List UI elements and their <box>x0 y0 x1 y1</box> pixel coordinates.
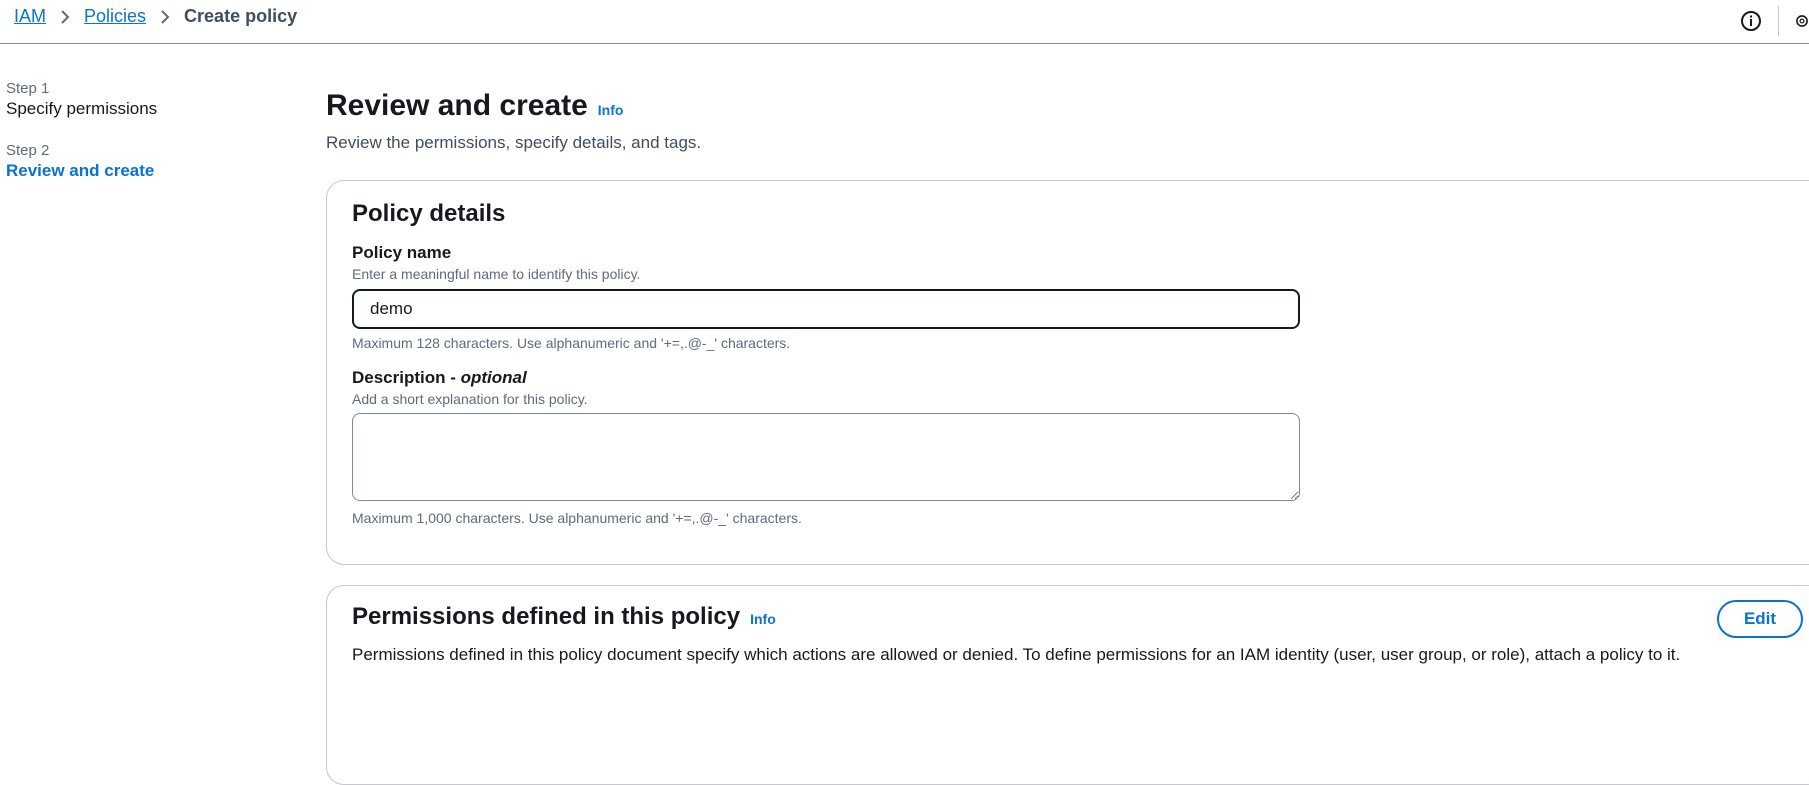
step-label: Step 2 <box>6 142 50 159</box>
breadcrumb-current: Create policy <box>184 6 298 26</box>
permissions-header: Permissions defined in this policy Info <box>352 602 1809 632</box>
policy-details-title: Policy details <box>352 200 506 227</box>
policy-name-field: Policy name Enter a meaningful name to i… <box>352 242 1809 352</box>
info-icon[interactable] <box>1740 10 1762 32</box>
breadcrumb-policies[interactable]: Policies <box>84 6 146 26</box>
top-bar: IAM Policies Create policy <box>0 0 1809 44</box>
top-icons <box>1740 6 1809 36</box>
description-textarea[interactable] <box>352 413 1300 501</box>
chevron-right-icon <box>46 6 84 26</box>
description-label-text: Description - <box>352 368 461 387</box>
page-subtitle: Review the permissions, specify details,… <box>326 133 702 152</box>
policy-name-description: Enter a meaningful name to identify this… <box>352 266 641 282</box>
description-label: Description - optional <box>352 367 1809 389</box>
description-hint: Maximum 1,000 characters. Use alphanumer… <box>352 510 802 526</box>
breadcrumb-iam[interactable]: IAM <box>14 6 46 26</box>
policy-details-content: Policy details Policy name Enter a meani… <box>352 199 1809 527</box>
step-title-review-and-create[interactable]: Review and create <box>6 160 246 182</box>
description-description: Add a short explanation for this policy. <box>352 391 588 407</box>
settings-icon[interactable] <box>1795 10 1809 32</box>
step-2: Step 2 Review and create <box>6 142 246 182</box>
edit-button[interactable]: Edit <box>1717 600 1803 638</box>
breadcrumb: IAM Policies Create policy <box>14 6 297 26</box>
page-info-link[interactable]: Info <box>598 102 624 118</box>
permissions-info-link[interactable]: Info <box>750 611 776 627</box>
wizard-steps: Step 1 Specify permissions Step 2 Review… <box>6 80 246 204</box>
permissions-card: Permissions defined in this policy Info … <box>326 585 1809 785</box>
permissions-title: Permissions defined in this policy <box>352 603 741 630</box>
step-label: Step 1 <box>6 80 50 97</box>
chevron-right-icon <box>146 6 184 26</box>
page-title: Review and create <box>326 89 588 122</box>
step-title-specify-permissions: Specify permissions <box>6 99 158 118</box>
permissions-description: Permissions defined in this policy docum… <box>352 645 1681 664</box>
step-1: Step 1 Specify permissions <box>6 80 246 120</box>
divider <box>1778 6 1779 36</box>
policy-name-label: Policy name <box>352 243 452 262</box>
policy-details-card: Policy details Policy name Enter a meani… <box>326 180 1809 565</box>
main-content: Review and create Info Review the permis… <box>326 88 1809 785</box>
description-field: Description - optional Add a short expla… <box>352 367 1809 527</box>
policy-name-input[interactable] <box>352 289 1300 329</box>
description-optional-label: optional <box>460 368 527 387</box>
policy-name-hint: Maximum 128 characters. Use alphanumeric… <box>352 335 791 351</box>
page-header: Review and create Info <box>326 88 1809 128</box>
permissions-content: Permissions defined in this policy Info … <box>352 602 1809 666</box>
